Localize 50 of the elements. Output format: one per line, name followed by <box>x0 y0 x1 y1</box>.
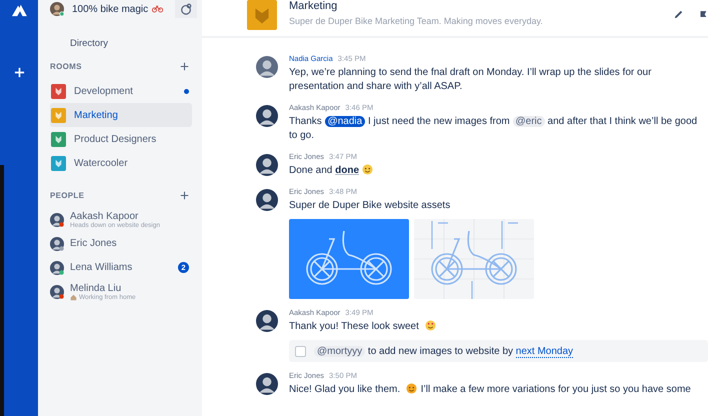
avatar[interactable] <box>256 154 278 176</box>
task-checkbox[interactable] <box>295 346 306 356</box>
room-item[interactable]: Marketing <box>50 103 192 127</box>
section-heading: PEOPLE <box>50 191 84 200</box>
room-item[interactable]: Development <box>50 79 192 103</box>
message-text: Nice! Glad you like them. I’ll make a few more variations for you just so you have some <box>289 383 692 397</box>
room-description: Super de Duper Bike Marketing Team. Making moves everyday. <box>289 16 543 26</box>
avatar[interactable] <box>256 105 278 127</box>
person-name[interactable]: Melinda Liu <box>70 282 136 294</box>
message-text: Thank you! These look sweet <box>289 320 707 334</box>
avatar[interactable] <box>256 373 278 395</box>
bicycle-icon <box>152 5 164 13</box>
status-button[interactable] <box>175 0 197 18</box>
person-name[interactable]: Lena Williams <box>70 262 132 273</box>
person-name[interactable]: Aakash Kapoor <box>70 210 160 222</box>
house-icon <box>70 294 77 300</box>
avatar[interactable] <box>50 212 64 226</box>
mention[interactable]: @mortyyy <box>314 346 366 356</box>
room-icon <box>246 0 278 30</box>
edit-icon[interactable] <box>673 9 684 20</box>
message-text: Done and done <box>289 164 707 178</box>
section-heading: ROOMS <box>50 62 82 71</box>
message-text: Super de Duper Bike website assets <box>289 199 452 213</box>
message-text: Yep, we’re planning to send the fnal draft on Monday. I’ll wrap up the slides for our presentation and share with y’all ASAP. <box>289 66 652 94</box>
heart-eyes-emoji-icon <box>424 320 436 331</box>
mention[interactable]: @eric <box>512 116 545 127</box>
status-text: 100% bike magic <box>72 4 148 14</box>
avatar[interactable] <box>50 2 64 16</box>
room-title: Marketing <box>289 0 338 12</box>
add-icon[interactable] <box>180 191 189 200</box>
person-name[interactable]: Eric Jones <box>70 238 117 249</box>
room-item[interactable]: Watercooler <box>50 151 192 175</box>
directory-link[interactable]: Directory <box>70 38 197 49</box>
message-text: Thanks @nadia I just need the new images from @eric and after that I think we’ll be good to go. <box>289 115 698 143</box>
bicycle-illustration[interactable] <box>289 219 409 299</box>
avatar[interactable] <box>50 236 64 250</box>
wink-emoji-icon <box>362 164 374 175</box>
avatar[interactable] <box>50 260 64 274</box>
avatar[interactable] <box>256 310 278 332</box>
circles-icon <box>180 3 192 15</box>
room-item[interactable]: Product Designers <box>50 127 192 151</box>
logo-icon[interactable] <box>10 3 28 17</box>
blush-emoji-icon <box>406 383 417 394</box>
mention[interactable]: @nadia <box>324 116 366 127</box>
avatar[interactable] <box>256 189 278 211</box>
due-date-link[interactable]: next Monday <box>516 346 574 358</box>
avatar[interactable] <box>50 284 64 298</box>
task-text: @mortyyy to add new images to website by next Monday <box>314 346 574 356</box>
avatar[interactable] <box>256 56 278 78</box>
add-icon[interactable] <box>180 62 189 71</box>
